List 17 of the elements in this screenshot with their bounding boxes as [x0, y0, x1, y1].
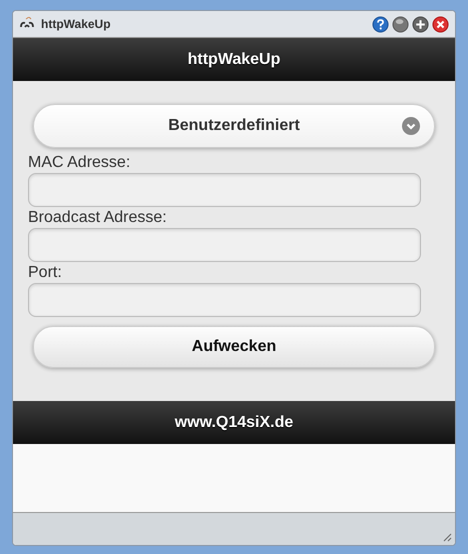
help-icon[interactable] — [372, 16, 389, 32]
footer-link[interactable]: www.Q14siX.de — [174, 414, 294, 432]
minimize-icon[interactable] — [392, 16, 409, 32]
input-field[interactable] — [28, 283, 421, 317]
input-field[interactable] — [28, 228, 421, 262]
input-field[interactable] — [28, 173, 421, 207]
close-icon[interactable] — [432, 16, 449, 32]
field-label: Broadcast Adresse: — [28, 208, 167, 228]
chevron-down-icon — [402, 117, 420, 135]
header-title: httpWakeUp — [188, 50, 280, 68]
window-title: httpWakeUp — [41, 17, 111, 31]
field-label: Port: — [28, 263, 62, 283]
resize-grip-icon[interactable] — [442, 532, 452, 542]
maximize-icon[interactable] — [412, 16, 429, 32]
preset-dropdown[interactable]: Benutzerdefiniert — [33, 104, 435, 148]
field-label: MAC Adresse: — [28, 153, 130, 173]
wake-button[interactable]: Aufwecken — [33, 326, 435, 368]
